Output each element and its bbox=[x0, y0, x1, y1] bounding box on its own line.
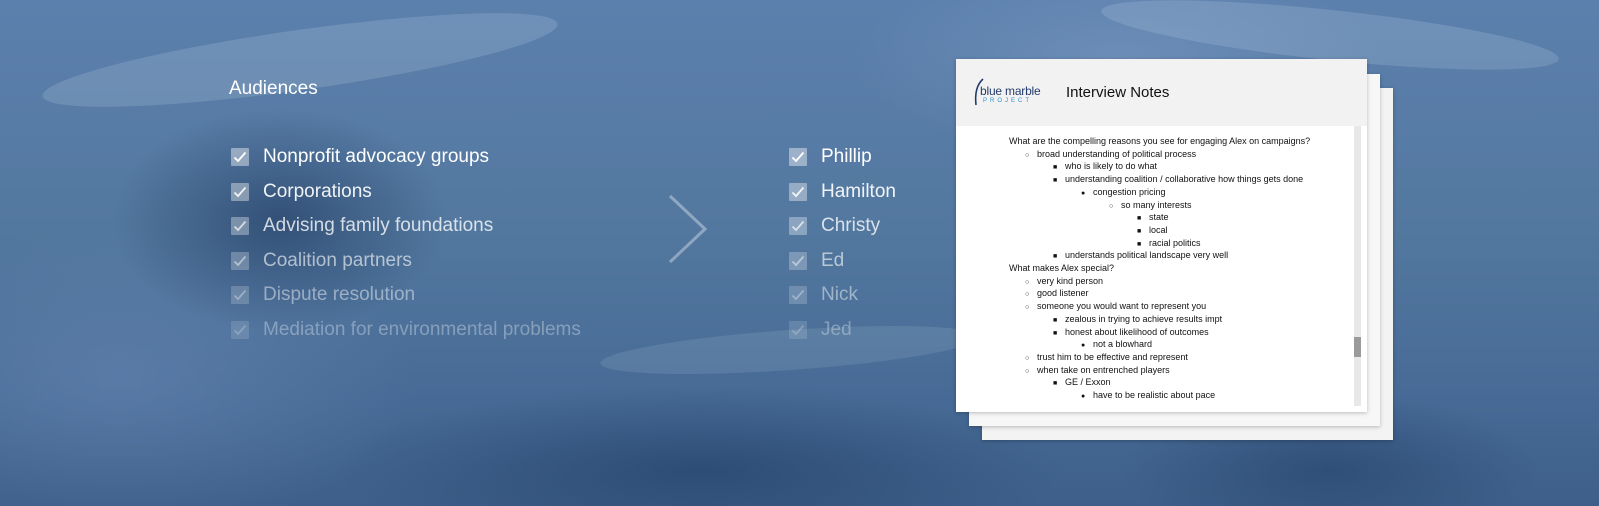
bullet-icon: ■ bbox=[1053, 329, 1058, 337]
person-item-label: Nick bbox=[821, 284, 858, 306]
note-text: GE / Exxon bbox=[1065, 377, 1111, 388]
people-checklist: Phillip Hamilton Christy Ed Nick Jed bbox=[789, 140, 896, 347]
checkmark-icon bbox=[791, 186, 805, 198]
person-item-label: Christy bbox=[821, 215, 881, 237]
bullet-icon: ○ bbox=[1025, 367, 1030, 375]
note-text: local bbox=[1149, 224, 1168, 235]
note-text: trust him to be effective and represent bbox=[1037, 351, 1188, 362]
checkmark-icon bbox=[233, 255, 247, 267]
note-line: What are the compelling reasons you see … bbox=[1009, 135, 1310, 147]
note-text: What makes Alex special? bbox=[1009, 263, 1115, 273]
audiences-title: Audiences bbox=[229, 78, 318, 99]
person-item-label: Hamilton bbox=[821, 180, 896, 202]
checkmark-icon bbox=[791, 152, 805, 163]
checkmark-icon bbox=[791, 324, 805, 336]
note-text: who is likely to do what bbox=[1065, 161, 1158, 172]
audience-item-label: Advising family foundations bbox=[263, 215, 494, 237]
bullet-icon: ○ bbox=[1025, 304, 1030, 312]
audience-item-label: Nonprofit advocacy groups bbox=[263, 146, 490, 168]
person-item[interactable]: Christy bbox=[789, 209, 896, 244]
scrollbar[interactable] bbox=[1354, 126, 1361, 406]
audience-item[interactable]: Mediation for environmental problems bbox=[231, 313, 581, 348]
note-text: understanding coalition / collaborative … bbox=[1065, 174, 1304, 185]
note-text: state bbox=[1149, 212, 1169, 223]
chevron-right-icon[interactable] bbox=[667, 194, 709, 264]
checkbox[interactable] bbox=[789, 251, 807, 270]
note-text: good listener bbox=[1037, 288, 1089, 299]
checkmark-icon bbox=[233, 324, 247, 336]
person-item[interactable]: Ed bbox=[789, 244, 896, 279]
person-item[interactable]: Jed bbox=[789, 313, 896, 348]
wave-highlight bbox=[38, 0, 562, 126]
note-text: so many interests bbox=[1121, 199, 1192, 210]
checkmark-icon bbox=[791, 221, 805, 232]
note-text: very kind person bbox=[1037, 275, 1104, 286]
checkbox[interactable] bbox=[231, 148, 249, 167]
checkbox[interactable] bbox=[789, 182, 807, 201]
checkbox[interactable] bbox=[231, 286, 249, 305]
audience-item[interactable]: Dispute resolution bbox=[231, 278, 581, 313]
checkbox[interactable] bbox=[789, 148, 807, 167]
bullet-icon: ● bbox=[1081, 189, 1086, 197]
blue-marble-logo: blue marble PROJECT bbox=[973, 77, 1043, 107]
logo-subtext: PROJECT bbox=[983, 98, 1033, 104]
document-title: Interview Notes bbox=[1066, 84, 1170, 101]
person-item-label: Phillip bbox=[821, 146, 872, 168]
note-text: have to be realistic about pace bbox=[1093, 390, 1216, 400]
bullet-icon: ● bbox=[1081, 393, 1086, 400]
scrollbar-thumb[interactable] bbox=[1354, 337, 1361, 357]
note-text: honest about likelihood of outcomes bbox=[1065, 326, 1209, 337]
audience-item-label: Mediation for environmental problems bbox=[263, 318, 581, 340]
note-text: when take on entrenched players bbox=[1037, 364, 1170, 375]
logo-text: blue marble bbox=[980, 84, 1041, 98]
checkmark-icon bbox=[233, 152, 247, 163]
note-text: broad understanding of political process bbox=[1037, 148, 1197, 159]
note-text: someone you would want to represent you bbox=[1037, 301, 1207, 312]
note-text: not a blowhard bbox=[1093, 339, 1153, 350]
person-item-label: Ed bbox=[821, 249, 845, 271]
person-item[interactable]: Hamilton bbox=[789, 175, 896, 210]
audience-item[interactable]: Advising family foundations bbox=[231, 209, 581, 244]
checkbox[interactable] bbox=[231, 251, 249, 270]
person-item-label: Jed bbox=[821, 318, 852, 340]
note-text: What are the compelling reasons you see … bbox=[1009, 136, 1311, 146]
note-line: ● have to be realistic about pace bbox=[1081, 389, 1215, 403]
checkmark-icon bbox=[791, 290, 805, 301]
bullet-icon: ■ bbox=[1053, 380, 1058, 388]
audience-item-label: Dispute resolution bbox=[263, 284, 416, 306]
bullet-icon: ■ bbox=[1053, 177, 1058, 185]
checkbox[interactable] bbox=[231, 320, 249, 339]
note-text: zealous in trying to achieve results imp… bbox=[1065, 313, 1223, 324]
audience-item[interactable]: Corporations bbox=[231, 175, 581, 210]
audience-item-label: Coalition partners bbox=[263, 249, 412, 271]
note-text: congestion pricing bbox=[1093, 186, 1166, 197]
audiences-checklist: Nonprofit advocacy groups Corporations Adv… bbox=[231, 140, 581, 347]
person-item[interactable]: Nick bbox=[789, 278, 896, 313]
person-item[interactable]: Phillip bbox=[789, 140, 896, 175]
interview-notes-document[interactable]: blue marble PROJECT Interview Notes What… bbox=[956, 59, 1367, 412]
checkmark-icon bbox=[233, 221, 247, 232]
checkbox[interactable] bbox=[231, 182, 249, 201]
checkmark-icon bbox=[233, 290, 247, 301]
bullet-icon: ○ bbox=[1109, 202, 1114, 210]
checkmark-icon bbox=[233, 186, 247, 198]
audience-item[interactable]: Coalition partners bbox=[231, 244, 581, 279]
checkbox[interactable] bbox=[231, 217, 249, 236]
checkbox[interactable] bbox=[789, 320, 807, 339]
checkbox[interactable] bbox=[789, 286, 807, 305]
document-notes-body: What are the compelling reasons you see … bbox=[956, 126, 1361, 412]
audience-item-label: Corporations bbox=[263, 180, 372, 202]
note-text: understands political landscape very wel… bbox=[1065, 250, 1229, 261]
checkmark-icon bbox=[791, 255, 805, 267]
audience-item[interactable]: Nonprofit advocacy groups bbox=[231, 140, 581, 175]
bullet-icon: ○ bbox=[1025, 151, 1030, 159]
checkbox[interactable] bbox=[789, 217, 807, 236]
note-text: racial politics bbox=[1149, 237, 1201, 248]
document-header: blue marble PROJECT Interview Notes bbox=[956, 59, 1367, 126]
note-line: What makes Alex special? bbox=[1009, 262, 1114, 274]
